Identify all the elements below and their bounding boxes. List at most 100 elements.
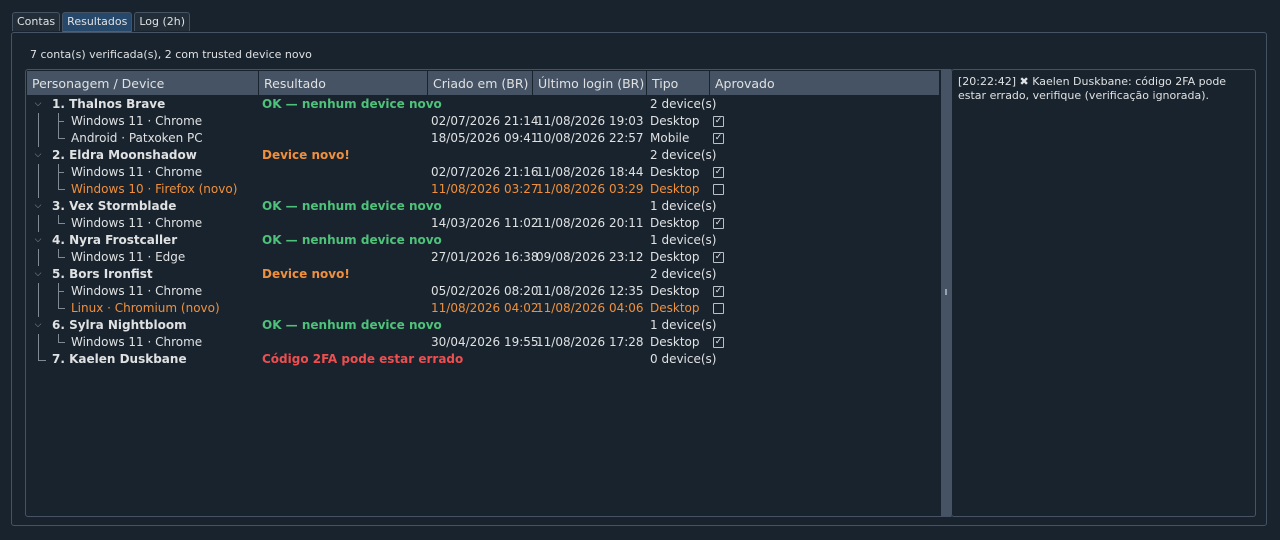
device-last-login: 11/08/2026 20:11 (536, 216, 644, 230)
device-row[interactable]: Windows 11 · Chrome 02/07/2026 21:14 11/08… (27, 113, 939, 130)
header-ultimo-login[interactable]: Último login (BR) (533, 71, 647, 95)
tree-branch-line (38, 300, 39, 317)
approved-checkbox[interactable]: ✓ (713, 167, 724, 178)
device-count: 0 device(s) (650, 352, 717, 366)
account-name: 7. Kaelen Duskbane (52, 352, 187, 366)
device-type: Mobile (650, 131, 690, 145)
approved-checkbox[interactable] (713, 303, 724, 314)
splitter-grip (945, 289, 947, 295)
account-result: OK — nenhum device novo (262, 199, 442, 213)
splitter-handle[interactable] (941, 69, 951, 517)
account-name: 2. Eldra Moonshadow (52, 148, 197, 162)
device-name: Android · Patxoken PC (71, 131, 203, 145)
approved-checkbox[interactable] (713, 184, 724, 195)
header-aprovado[interactable]: Aprovado (710, 71, 939, 95)
log-time: [20:22:42] (958, 75, 1016, 88)
device-last-login: 11/08/2026 12:35 (536, 284, 644, 298)
device-last-login: 10/08/2026 22:57 (536, 131, 644, 145)
tree-header: Personagem / Device Resultado Criado em … (27, 71, 939, 95)
approved-checkbox[interactable]: ✓ (713, 218, 724, 229)
device-row[interactable]: Windows 11 · Chrome 02/07/2026 21:16 11/08… (27, 164, 939, 181)
header-personagem[interactable]: Personagem / Device (27, 71, 259, 95)
tree-branch-line (58, 215, 65, 224)
device-row[interactable]: Windows 11 · Chrome 14/03/2026 11:02 11/08… (27, 215, 939, 232)
device-name: Linux · Chromium (novo) (71, 301, 220, 315)
tree-branch-line (38, 181, 39, 198)
device-row[interactable]: Windows 11 · Chrome 05/02/2026 08:20 11/08… (27, 283, 939, 300)
device-last-login: 11/08/2026 19:03 (536, 114, 644, 128)
approved-checkbox[interactable]: ✓ (713, 337, 724, 348)
error-icon: ✖ (1019, 75, 1029, 88)
tree-branch-line (58, 172, 64, 173)
results-panel: 7 conta(s) verificada(s), 2 com trusted … (11, 32, 1267, 526)
log-box[interactable]: [20:22:42] ✖ Kaelen Duskbane: código 2FA… (951, 69, 1256, 517)
device-created: 11/08/2026 03:27 (431, 182, 539, 196)
approved-checkbox[interactable]: ✓ (713, 116, 724, 127)
device-row[interactable]: Windows 11 · Edge 27/01/2026 16:38 09/08/2… (27, 249, 939, 266)
tree-branch-line (58, 181, 65, 190)
tree-branch-line (58, 334, 65, 343)
device-created: 14/03/2026 11:02 (431, 216, 539, 230)
chevron-down-icon[interactable]: ⌵ (33, 320, 43, 330)
account-name: 4. Nyra Frostcaller (52, 233, 178, 247)
results-tree[interactable]: Personagem / Device Resultado Criado em … (25, 69, 953, 517)
device-name: Windows 11 · Chrome (71, 216, 203, 230)
account-row[interactable]: 7. Kaelen Duskbane Código 2FA pode estar … (27, 351, 939, 368)
device-created: 18/05/2026 09:41 (431, 131, 539, 145)
tree-branch-line (58, 121, 64, 122)
account-row[interactable]: ⌵ 5. Bors Ironfist Device novo! 2 device(s) (27, 266, 939, 283)
device-row[interactable]: Windows 10 · Firefox (novo) 11/08/2026 03… (27, 181, 939, 198)
device-type: Desktop (650, 335, 700, 349)
account-result: OK — nenhum device novo (262, 233, 442, 247)
device-name: Windows 10 · Firefox (novo) (71, 182, 238, 196)
account-name: 6. Sylra Nightbloom (52, 318, 187, 332)
tab-resultados[interactable]: Resultados (62, 12, 133, 33)
account-name: 5. Bors Ironfist (52, 267, 153, 281)
device-row[interactable]: Android · Patxoken PC 18/05/2026 09:41 10/… (27, 130, 939, 147)
tree-rows: ⌵ 1. Thalnos Brave OK — nenhum device novo… (27, 96, 939, 368)
header-criado[interactable]: Criado em (BR) (428, 71, 533, 95)
device-name: Windows 11 · Edge (71, 250, 186, 264)
device-type: Desktop (650, 216, 700, 230)
tab-contas[interactable]: Contas (12, 12, 61, 31)
account-row[interactable]: ⌵ 1. Thalnos Brave OK — nenhum device novo… (27, 96, 939, 113)
account-result: OK — nenhum device novo (262, 318, 442, 332)
device-type: Desktop (650, 165, 700, 179)
device-name: Windows 11 · Chrome (71, 114, 203, 128)
approved-checkbox[interactable]: ✓ (713, 286, 724, 297)
chevron-down-icon[interactable]: ⌵ (33, 99, 43, 109)
account-row[interactable]: ⌵ 6. Sylra Nightbloom OK — nenhum device n… (27, 317, 939, 334)
tree-branch-line (58, 130, 65, 139)
tree-branch-line (38, 215, 39, 232)
chevron-down-icon[interactable]: ⌵ (33, 269, 43, 279)
device-last-login: 09/08/2026 23:12 (536, 250, 644, 264)
approved-checkbox[interactable]: ✓ (713, 133, 724, 144)
device-type: Desktop (650, 182, 700, 196)
device-created: 05/02/2026 08:20 (431, 284, 539, 298)
device-row[interactable]: Linux · Chromium (novo) 11/08/2026 04:02 1… (27, 300, 939, 317)
account-name: 1. Thalnos Brave (52, 97, 166, 111)
device-row[interactable]: Windows 11 · Chrome 30/04/2026 19:55 11/08… (27, 334, 939, 351)
header-resultado[interactable]: Resultado (259, 71, 428, 95)
device-count: 2 device(s) (650, 97, 717, 111)
device-created: 11/08/2026 04:02 (431, 301, 539, 315)
approved-checkbox[interactable]: ✓ (713, 252, 724, 263)
device-last-login: 11/08/2026 03:29 (536, 182, 644, 196)
device-created: 02/07/2026 21:16 (431, 165, 539, 179)
header-tipo[interactable]: Tipo (647, 71, 710, 95)
device-created: 02/07/2026 21:14 (431, 114, 539, 128)
chevron-down-icon[interactable]: ⌵ (33, 235, 43, 245)
device-created: 30/04/2026 19:55 (431, 335, 539, 349)
device-last-login: 11/08/2026 18:44 (536, 165, 644, 179)
chevron-down-icon[interactable]: ⌵ (33, 201, 43, 211)
account-row[interactable]: ⌵ 2. Eldra Moonshadow Device novo! 2 device… (27, 147, 939, 164)
device-count: 2 device(s) (650, 267, 717, 281)
account-row[interactable]: ⌵ 4. Nyra Frostcaller OK — nenhum device n… (27, 232, 939, 249)
tab-log[interactable]: Log (2h) (134, 12, 191, 31)
device-name: Windows 11 · Chrome (71, 335, 203, 349)
tree-branch-line (38, 113, 39, 130)
chevron-down-icon[interactable]: ⌵ (33, 150, 43, 160)
device-type: Desktop (650, 250, 700, 264)
account-row[interactable]: ⌵ 3. Vex Stormblade OK — nenhum device nov… (27, 198, 939, 215)
device-last-login: 11/08/2026 04:06 (536, 301, 644, 315)
